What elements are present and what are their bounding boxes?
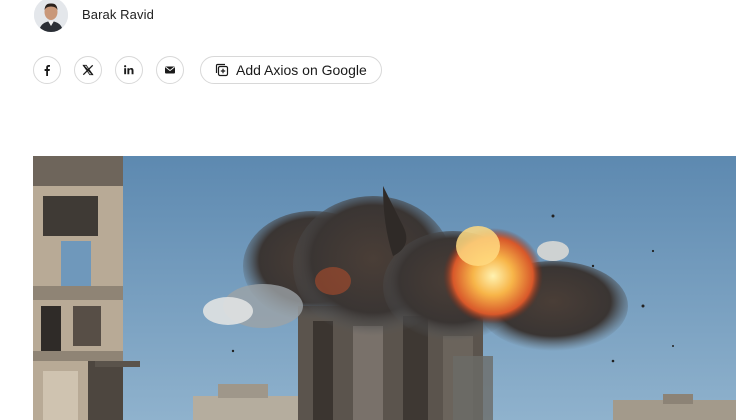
add-axios-on-google-button[interactable]: Add Axios on Google	[200, 56, 382, 84]
avatar[interactable]	[34, 0, 68, 32]
linkedin-icon	[124, 65, 134, 75]
byline: Barak Ravid	[34, 0, 154, 32]
x-icon	[82, 64, 94, 76]
add-axios-on-google-label: Add Axios on Google	[236, 62, 367, 78]
share-linkedin-button[interactable]	[115, 56, 143, 84]
add-source-icon	[215, 63, 229, 77]
share-facebook-button[interactable]	[33, 56, 61, 84]
share-x-button[interactable]	[74, 56, 102, 84]
share-email-button[interactable]	[156, 56, 184, 84]
mail-icon	[165, 66, 175, 74]
facebook-icon	[44, 65, 50, 76]
hero-image	[33, 156, 736, 420]
share-toolbar: Add Axios on Google	[33, 56, 382, 84]
explosion-photo	[33, 156, 736, 420]
author-name[interactable]: Barak Ravid	[82, 7, 154, 22]
person-avatar-icon	[34, 0, 68, 32]
